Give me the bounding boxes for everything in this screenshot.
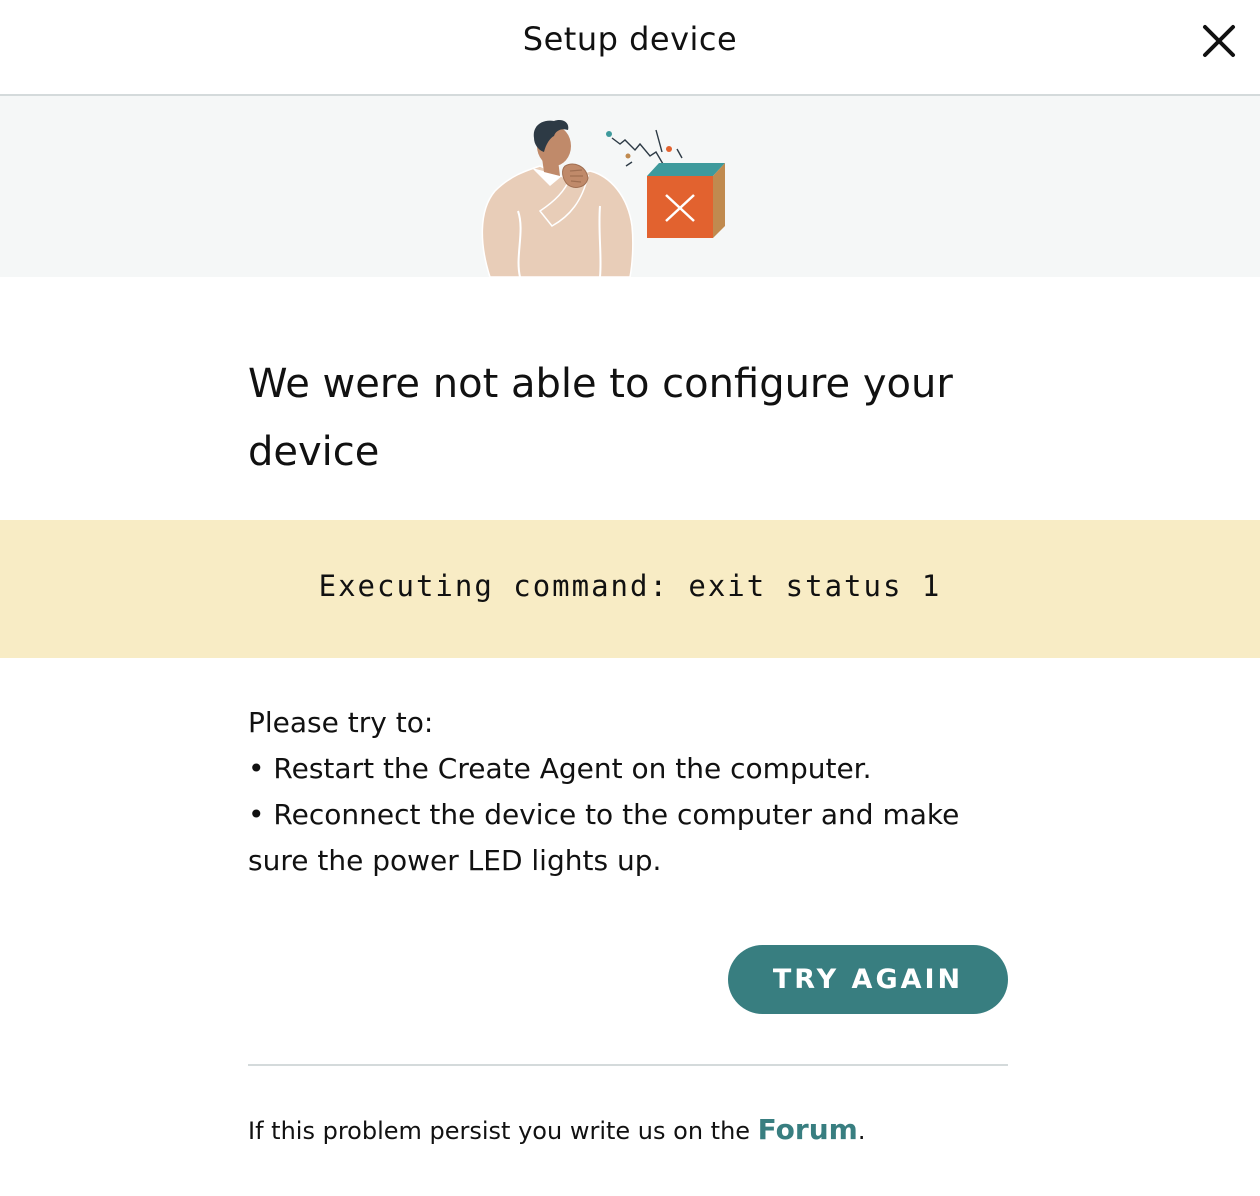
footer-text: If this problem persist you write us on … (248, 1117, 758, 1145)
troubleshooting-suggestions: Please try to: • Restart the Create Agen… (248, 700, 1008, 884)
error-code-text: Executing command: exit status 1 (318, 569, 942, 603)
footer-note: If this problem persist you write us on … (248, 1110, 1048, 1151)
suggestion-restart-agent: • Restart the Create Agent on the comput… (248, 752, 872, 785)
error-title: We were not able to configure your devic… (248, 361, 953, 475)
close-button[interactable] (1200, 22, 1238, 60)
close-icon (1203, 25, 1235, 57)
illustration-banner (0, 96, 1260, 277)
dialog-title: Setup device (522, 20, 738, 58)
suggestions-intro: Please try to: (248, 706, 434, 739)
dialog-header: Setup device (0, 0, 1260, 96)
suggestion-reconnect-device: • Reconnect the device to the computer a… (248, 798, 960, 877)
footer-period: . (857, 1117, 866, 1145)
setup-device-dialog: Setup device We were not able to configu… (0, 0, 1260, 1196)
forum-link[interactable]: Forum (758, 1113, 858, 1146)
try-again-button[interactable]: TRY AGAIN (728, 945, 1008, 1014)
confused-person-error-box-illustration (481, 120, 725, 277)
divider (248, 1064, 1008, 1066)
